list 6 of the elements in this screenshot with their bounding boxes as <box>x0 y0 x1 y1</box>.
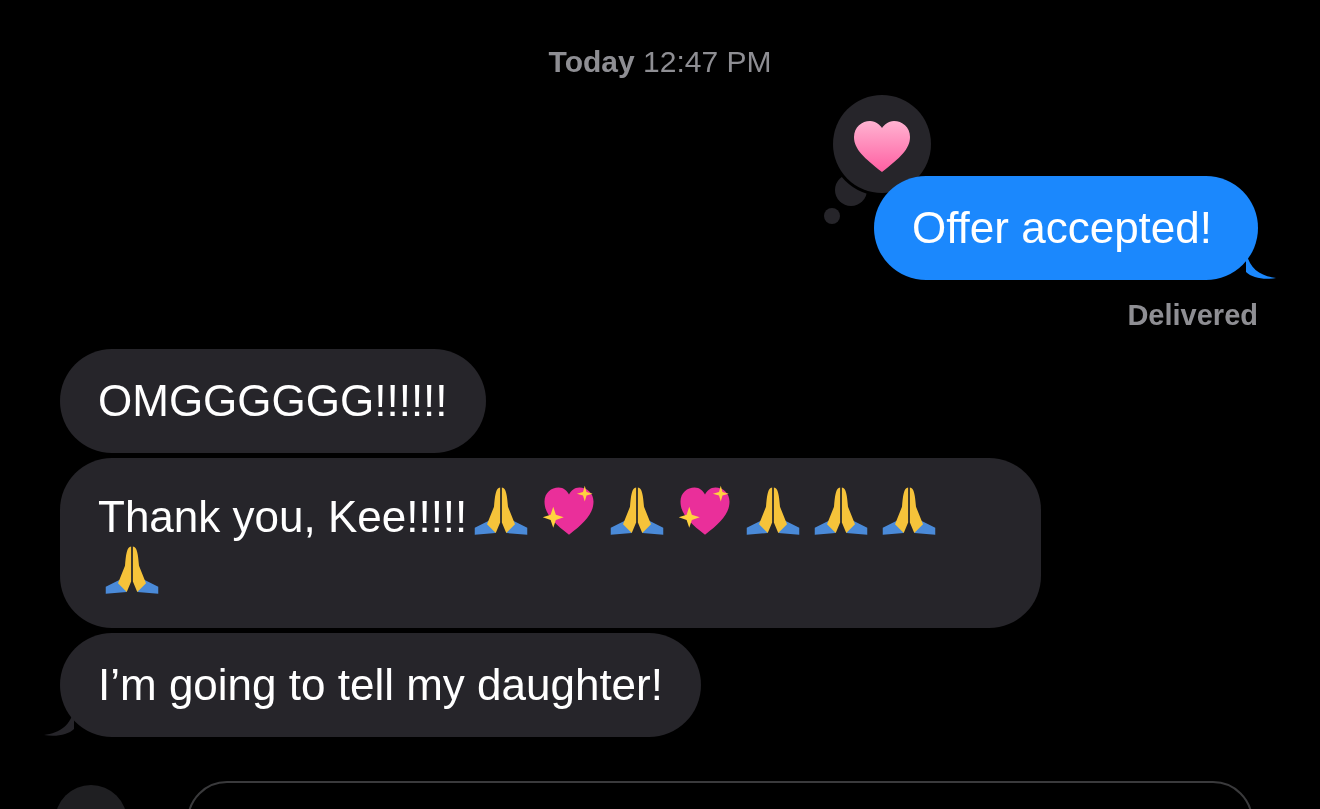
received-message-bubble: I’m going to tell my daughter! <box>60 633 701 737</box>
delivery-status: Delivered <box>1127 298 1258 332</box>
message-timestamp: Today 12:47 PM <box>548 44 772 80</box>
received-message-bubble: Thank you, Kee!!!!! <box>60 458 1041 628</box>
received-message-bubble: OMGGGGGG!!!!!! <box>60 349 486 453</box>
sent-message-bubble: Offer accepted! <box>873 176 1258 280</box>
